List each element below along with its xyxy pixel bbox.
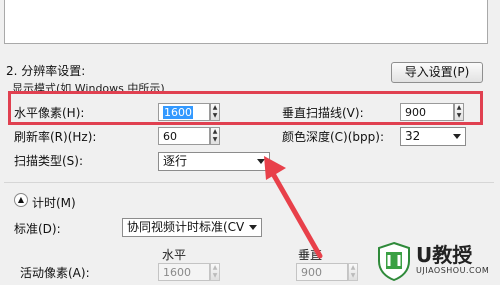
- watermark: U教授 UJIAOSHOU.COM: [376, 239, 494, 283]
- shield-logo-icon: [378, 241, 410, 281]
- watermark-logo-text: U教授: [416, 243, 473, 267]
- watermark-site: UJIAOSHOU.COM: [416, 266, 490, 275]
